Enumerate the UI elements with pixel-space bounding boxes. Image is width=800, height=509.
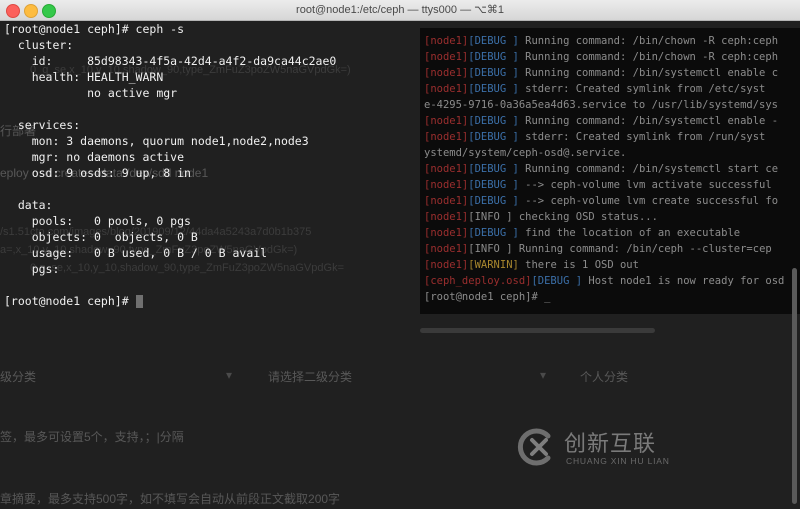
- terminal-line: pgs:: [4, 262, 60, 276]
- terminal-line: usage: 0 B used, 0 B / 0 B avail: [4, 246, 268, 260]
- terminal-window: root@node1:/etc/ceph — ttys000 — ⌥⌘1 0_g…: [0, 0, 800, 509]
- text-cursor: [135, 295, 143, 308]
- brand-logo-icon: [517, 428, 551, 466]
- terminal-line: [root@node1 ceph]# ceph -s: [4, 22, 185, 36]
- terminal-line: mon: 3 daemons, quorum node1,node2,node3: [4, 134, 309, 148]
- terminal-line: no active mgr: [4, 86, 178, 100]
- terminal-line: osd: 9 osds: 9 up, 8 in: [4, 166, 191, 180]
- terminal-line: objects: 0 objects, 0 B: [4, 230, 198, 244]
- terminal-line: data:: [4, 198, 53, 212]
- terminal-line: cluster:: [4, 38, 74, 52]
- title-bar[interactable]: root@node1:/etc/ceph — ttys000 — ⌥⌘1: [0, 0, 800, 21]
- window-title: root@node1:/etc/ceph — ttys000 — ⌥⌘1: [296, 4, 504, 16]
- terminal-line: id: 85d98343-4f5a-42d4-a4f2-da9ca44c2ae0: [4, 54, 337, 68]
- watermark: 创新互联 CHUANG XIN HU LIAN: [512, 424, 712, 474]
- terminal-line: pools: 0 pools, 0 pgs: [4, 214, 191, 228]
- vertical-scrollbar[interactable]: [792, 268, 797, 504]
- terminal-line: health: HEALTH_WARN: [4, 70, 164, 84]
- terminal-line: services:: [4, 118, 81, 132]
- prompt-text: [root@node1 ceph]#: [4, 294, 136, 308]
- watermark-en: CHUANG XIN HU LIAN: [566, 456, 670, 466]
- terminal-line: mgr: no daemons active: [4, 150, 185, 164]
- terminal-prompt: [root@node1 ceph]#: [4, 293, 143, 309]
- watermark-cn: 创新互联: [564, 432, 657, 457]
